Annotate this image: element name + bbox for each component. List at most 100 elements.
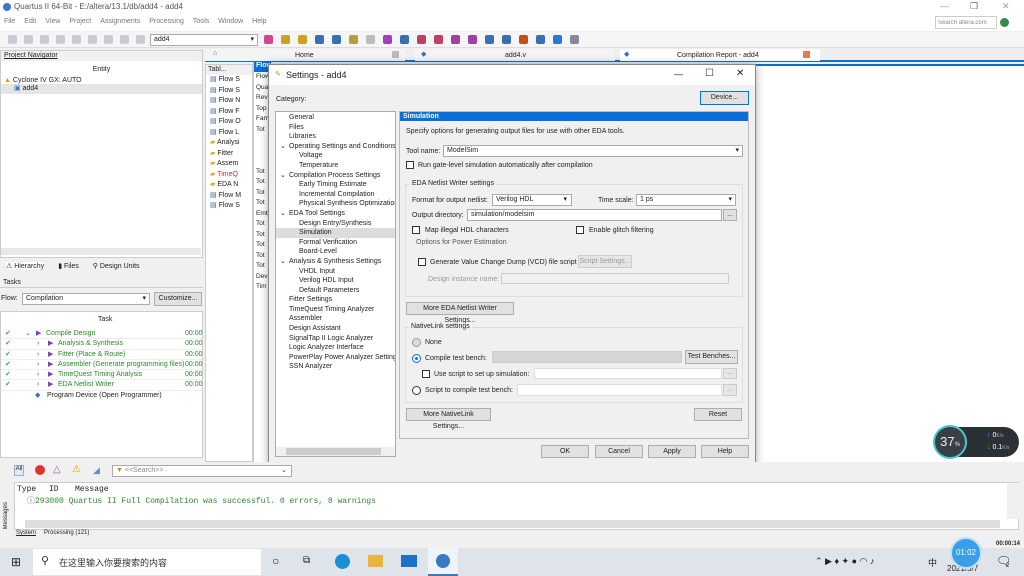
task-row[interactable]: ✔ › ▶ TimeQuest Timing Analysis 00:00 — [1, 370, 203, 381]
menu-file[interactable]: File — [4, 18, 15, 25]
toolbar-tool-12-icon[interactable] — [468, 35, 477, 44]
edge-icon[interactable] — [335, 554, 350, 569]
filter-all-button[interactable]: All — [14, 465, 24, 476]
search-altera-input[interactable] — [935, 16, 997, 29]
category-item[interactable]: ⌄ EDA Tool Settings — [276, 209, 395, 219]
instance-name-input[interactable] — [501, 273, 729, 284]
toolbar-tool-15-icon[interactable] — [519, 35, 528, 44]
toolbar-tool-16-icon[interactable] — [536, 35, 545, 44]
copy-icon[interactable] — [88, 35, 97, 44]
chevron-down-icon[interactable]: ⌄ — [280, 209, 286, 219]
info-filter-icon[interactable]: ◢ — [93, 465, 100, 476]
flow-select[interactable]: Compilation ▾ — [22, 293, 150, 305]
category-item[interactable]: Design Entry/Synthesis — [276, 219, 395, 229]
menu-edit[interactable]: Edit — [24, 18, 36, 25]
tab-home[interactable]: ⌂ Home — [205, 49, 405, 61]
recording-timer[interactable]: 01:02 — [950, 537, 982, 569]
play-icon[interactable]: ▶ — [48, 339, 53, 349]
glitch-filtering-checkbox[interactable] — [576, 226, 584, 234]
warning-filter-icon[interactable]: ⚠ — [72, 464, 81, 475]
tab-compilation-report[interactable]: ◆ Compilation Report - add4 — [620, 49, 820, 61]
category-item[interactable]: Formal Verification — [276, 238, 395, 248]
task-row[interactable]: ✔ ⌄ ▶ Compile Design 00:00 — [1, 329, 203, 340]
category-item[interactable]: Early Timing Estimate — [276, 180, 395, 190]
category-item[interactable]: Logic Analyzer Interface — [276, 343, 395, 353]
category-item[interactable]: Default Parameters — [276, 286, 395, 296]
category-item[interactable]: Assembler — [276, 314, 395, 324]
script-compile-radio[interactable] — [412, 386, 421, 395]
category-item[interactable]: Simulation — [276, 228, 395, 238]
category-item[interactable]: SSN Analyzer — [276, 362, 395, 372]
test-bench-select[interactable] — [492, 351, 682, 363]
quartus-taskbar-icon[interactable] — [428, 548, 458, 576]
category-item[interactable]: Verilog HDL Input — [276, 276, 395, 286]
toolbar-tool-8-icon[interactable] — [400, 35, 409, 44]
redo-icon[interactable] — [136, 35, 145, 44]
more-eda-settings-button[interactable]: More EDA Netlist Writer Settings... — [406, 302, 514, 324]
category-item[interactable]: General — [276, 113, 395, 123]
vertical-scrollbar[interactable] — [1007, 483, 1019, 519]
message-search-input[interactable]: ▼ <<Search>> ⌄ — [112, 465, 292, 477]
play-icon[interactable]: ▶ — [48, 360, 53, 370]
chevron-down-icon[interactable]: ⌄ — [280, 142, 286, 152]
category-item[interactable]: Design Assistant — [276, 324, 395, 334]
customize-button[interactable]: Customize... — [154, 292, 202, 306]
none-radio[interactable] — [412, 338, 421, 347]
chevron-right-icon[interactable]: › — [37, 360, 39, 370]
timescale-select[interactable]: 1 ps ▾ — [636, 194, 736, 206]
category-item[interactable]: ⌄ Operating Settings and Conditions — [276, 142, 395, 152]
toolbar-tool-11-icon[interactable] — [451, 35, 460, 44]
category-item[interactable]: SignalTap II Logic Analyzer — [276, 334, 395, 344]
cancel-button[interactable]: Cancel — [595, 445, 643, 458]
chevron-down-icon[interactable]: ⌄ — [25, 329, 31, 339]
ok-button[interactable]: OK — [541, 445, 589, 458]
task-row[interactable]: ✔ › ▶ EDA Netlist Writer 00:00 — [1, 380, 203, 391]
vcd-checkbox[interactable] — [418, 258, 426, 266]
apply-button[interactable]: Apply — [648, 445, 696, 458]
save-all-icon[interactable] — [56, 35, 65, 44]
menu-window[interactable]: Window — [218, 18, 243, 25]
minimize-button[interactable]: — — [940, 1, 949, 11]
category-item[interactable]: Files — [276, 123, 395, 133]
globe-icon[interactable] — [1000, 18, 1009, 27]
toolbar-tool-0-icon[interactable] — [264, 35, 273, 44]
horizontal-scrollbar[interactable] — [276, 447, 395, 456]
taskbar-search-input[interactable]: ⚲ 在这里输入你要搜索的内容 — [33, 549, 261, 575]
test-benches-button[interactable]: Test Benches... — [685, 350, 738, 364]
file-explorer-icon[interactable] — [368, 555, 383, 567]
toolbar-tool-10-icon[interactable] — [434, 35, 443, 44]
save-icon[interactable] — [40, 35, 49, 44]
toolbar-tool-14-icon[interactable] — [502, 35, 511, 44]
open-icon[interactable] — [24, 35, 33, 44]
toolbar-tool-13-icon[interactable] — [485, 35, 494, 44]
toolbar-tool-18-icon[interactable] — [570, 35, 579, 44]
toc-item[interactable]: ▤ Flow M — [210, 191, 252, 202]
format-select[interactable]: Verilog HDL ▾ — [492, 194, 572, 206]
browse-script-button[interactable]: ... — [723, 368, 737, 379]
toolbar-tool-9-icon[interactable] — [417, 35, 426, 44]
toolbar-tool-6-icon[interactable] — [366, 35, 375, 44]
horizontal-scrollbar[interactable] — [1, 248, 201, 255]
tab-hierarchy[interactable]: ⚠ Hierarchy — [6, 262, 45, 270]
help-button[interactable]: Help — [701, 445, 749, 458]
close-tab-icon[interactable] — [392, 51, 399, 58]
category-item[interactable]: Physical Synthesis Optimization — [276, 199, 395, 209]
chevron-down-icon[interactable]: ⌄ — [280, 257, 286, 267]
tab-processing[interactable]: Processing (121) — [44, 530, 89, 536]
toolbar-tool-17-icon[interactable] — [553, 35, 562, 44]
run-gate-level-checkbox[interactable] — [406, 161, 414, 169]
toolbar-tool-5-icon[interactable] — [349, 35, 358, 44]
toc-item[interactable]: ▤ Flow S — [210, 201, 252, 212]
play-icon[interactable]: ▶ — [36, 329, 41, 339]
use-script-input[interactable] — [534, 368, 722, 379]
tab-system[interactable]: System — [16, 530, 36, 536]
category-item[interactable]: Fitter Settings — [276, 295, 395, 305]
menu-view[interactable]: View — [45, 18, 60, 25]
category-item[interactable]: VHDL Input — [276, 267, 395, 277]
message-row[interactable]: ⓘ293000 Quartus II Full Compilation was … — [27, 495, 376, 506]
chevron-right-icon[interactable]: › — [37, 339, 39, 349]
category-item[interactable]: Libraries — [276, 132, 395, 142]
toolbar-tool-3-icon[interactable] — [315, 35, 324, 44]
toc-item[interactable]: ▤ Flow O — [210, 117, 252, 128]
dialog-maximize-button[interactable]: ☐ — [705, 68, 714, 79]
